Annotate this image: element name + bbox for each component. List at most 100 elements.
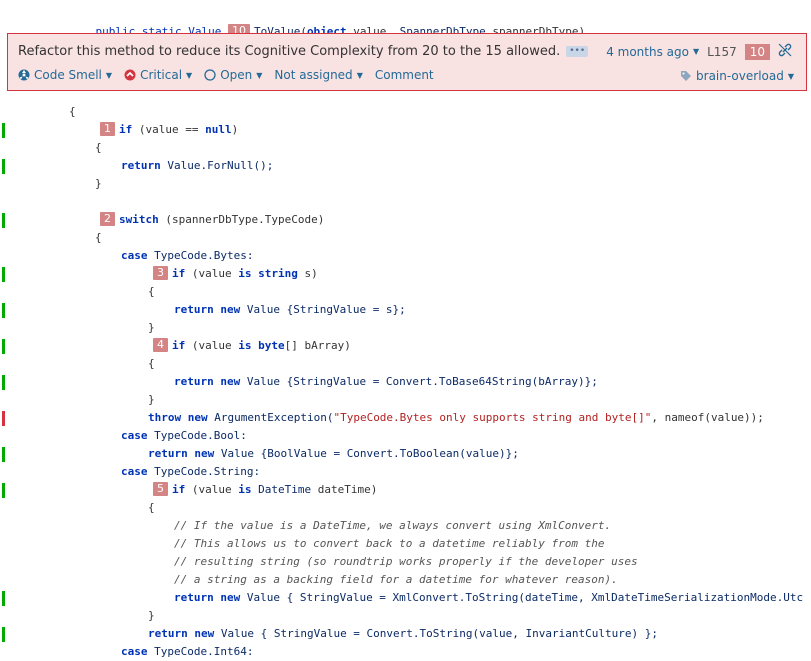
keyword: is byte — [238, 339, 285, 352]
code-text: TypeCode.Bool: — [154, 429, 247, 442]
more-icon[interactable]: ••• — [566, 46, 589, 57]
complexity-increment[interactable]: 2 — [100, 212, 115, 226]
coverage-marker[interactable] — [2, 159, 5, 174]
code-comment: // This allows us to convert back to a d… — [174, 537, 605, 550]
issue-age-dropdown[interactable]: 4 months ago ▼ — [606, 45, 699, 59]
severity-dropdown[interactable]: Critical ▼ — [124, 68, 192, 82]
code-smell-icon — [18, 69, 30, 81]
code-text: DateTime — [251, 483, 312, 496]
coverage-marker-uncovered[interactable] — [2, 411, 5, 426]
chevron-down-icon: ▼ — [186, 70, 193, 80]
brace: { — [148, 501, 155, 514]
keyword: if — [172, 339, 186, 352]
coverage-marker[interactable] — [2, 303, 5, 318]
code-line: { — [0, 229, 811, 247]
complexity-increment[interactable]: 5 — [153, 482, 168, 496]
code-line: } — [0, 319, 811, 337]
status-label: Open — [220, 68, 253, 82]
keyword: return new — [174, 303, 247, 316]
code-text: Value {StringValue = s}; — [246, 303, 406, 316]
code-line: // This allows us to convert back to a d… — [0, 535, 811, 553]
keyword: switch — [119, 213, 159, 226]
code-text: ArgumentException( — [214, 411, 334, 424]
brace: } — [148, 321, 155, 334]
keyword: return new — [174, 591, 247, 604]
code-text: Value { StringValue = XmlConvert.ToStrin… — [246, 591, 804, 604]
link-icon[interactable] — [778, 43, 792, 60]
coverage-marker[interactable] — [2, 447, 5, 462]
code-text: (value — [185, 483, 239, 496]
code-line: // a string as a backing field for a dat… — [0, 571, 811, 589]
issue-actions: Code Smell ▼ Critical ▼ Open ▼ Not assigned… — [18, 68, 434, 82]
code-text: Value.ForNull(); — [167, 159, 274, 172]
issue-message-text[interactable]: Refactor this method to reduce its Cogni… — [18, 44, 560, 59]
line-reference[interactable]: L157 — [707, 45, 737, 59]
chevron-down-icon: ▼ — [356, 70, 363, 80]
keyword: if — [172, 267, 186, 280]
code-line: return new Value {StringValue = Convert.… — [0, 373, 811, 391]
tag-label: brain-overload — [696, 69, 784, 83]
code-text: ) — [231, 123, 239, 136]
code-line: return new Value {BoolValue = Convert.To… — [0, 445, 811, 463]
code-text: [] bArray) — [284, 339, 351, 352]
keyword: return — [121, 159, 168, 172]
code-line: return new Value { StringValue = Convert… — [0, 625, 811, 643]
code-line: 3 if (value is string s) — [0, 265, 811, 283]
coverage-marker[interactable] — [2, 123, 5, 138]
issue-meta: 4 months ago ▼ L157 10 — [606, 43, 792, 60]
issue-message[interactable]: Refactor this method to reduce its Cogni… — [18, 44, 589, 59]
coverage-marker[interactable] — [2, 483, 5, 498]
coverage-marker[interactable] — [2, 591, 5, 606]
code-line: 2 switch (spannerDbType.TypeCode) — [0, 211, 811, 229]
keyword: case — [121, 645, 155, 658]
code-line: case TypeCode.Bytes: — [0, 247, 811, 265]
keyword: return new — [148, 447, 221, 460]
complexity-increment[interactable]: 1 — [100, 122, 115, 136]
code-text: dateTime) — [311, 483, 378, 496]
coverage-marker[interactable] — [2, 375, 5, 390]
brace: { — [95, 231, 102, 244]
code-line: { — [0, 139, 811, 157]
code-text: (spannerDbType.TypeCode) — [158, 213, 325, 226]
keyword: is string — [238, 267, 298, 280]
brace: } — [148, 393, 155, 406]
keyword: if — [119, 123, 133, 136]
assignee-label: Not assigned — [274, 68, 353, 82]
coverage-marker[interactable] — [2, 267, 5, 282]
coverage-marker[interactable] — [2, 213, 5, 228]
code-line: case TypeCode.Int64: — [0, 643, 811, 661]
complexity-increment[interactable]: 3 — [153, 266, 168, 280]
brace: } — [95, 177, 102, 190]
code-line: case TypeCode.Bool: — [0, 427, 811, 445]
coverage-marker[interactable] — [2, 627, 5, 642]
chevron-down-icon: ▼ — [105, 70, 113, 80]
tags-dropdown[interactable]: brain-overload ▼ — [680, 69, 794, 83]
type-dropdown[interactable]: Code Smell ▼ — [18, 68, 112, 82]
comment-link[interactable]: Comment — [375, 68, 434, 82]
coverage-marker[interactable] — [2, 339, 5, 354]
code-text: TypeCode.Int64: — [154, 645, 254, 658]
keyword: case — [121, 465, 155, 478]
code-line: } — [0, 175, 811, 193]
status-dropdown[interactable]: Open ▼ — [204, 68, 262, 82]
code-text: Value {StringValue = Convert.ToBase64Str… — [246, 375, 598, 388]
brace: { — [69, 105, 76, 118]
brace: { — [95, 141, 102, 154]
keyword: return new — [148, 627, 221, 640]
brace: { — [148, 357, 155, 370]
critical-severity-icon — [124, 69, 136, 81]
keyword: if — [172, 483, 186, 496]
code-line: 5 if (value is DateTime dateTime) — [0, 481, 811, 499]
code-text: Value { StringValue = Convert.ToString(v… — [220, 627, 658, 640]
issue-panel[interactable]: Refactor this method to reduce its Cogni… — [7, 33, 807, 91]
code-line: throw new ArgumentException("TypeCode.By… — [0, 409, 811, 427]
code-line: { — [0, 355, 811, 373]
code-text: (value — [185, 339, 239, 352]
code-line: return new Value { StringValue = XmlConv… — [0, 589, 811, 607]
chevron-down-icon: ▼ — [256, 70, 263, 80]
assignee-dropdown[interactable]: Not assigned ▼ — [274, 68, 362, 82]
complexity-increment[interactable]: 4 — [153, 338, 168, 352]
code-text: , nameof(value)); — [651, 411, 764, 424]
code-text: s) — [297, 267, 318, 280]
code-line: // resulting string (so roundtrip works … — [0, 553, 811, 571]
